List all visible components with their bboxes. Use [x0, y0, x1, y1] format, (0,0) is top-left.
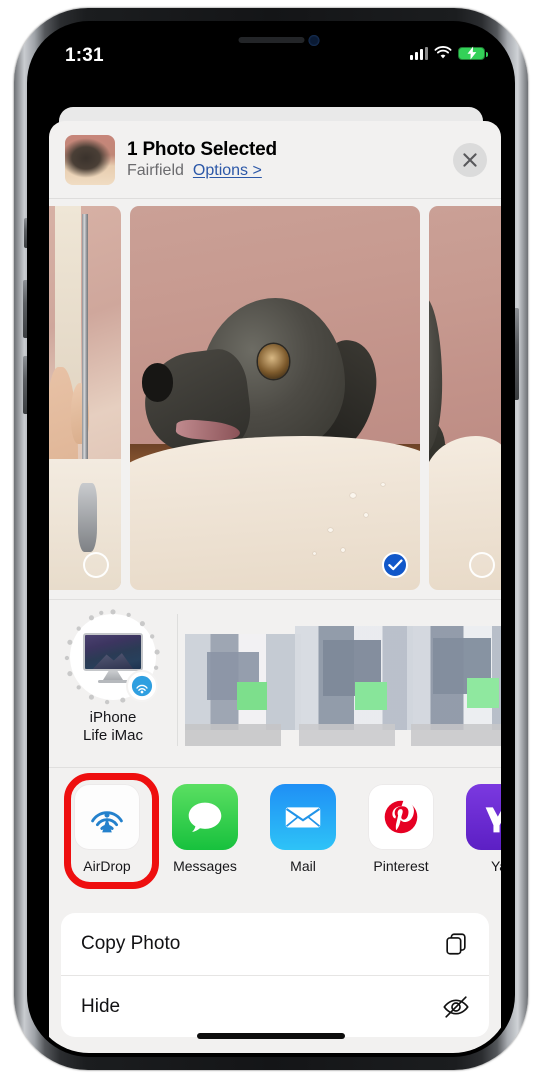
front-camera-icon — [308, 35, 320, 46]
app-label: Messages — [173, 858, 237, 874]
share-sheet: 1 Photo Selected Fairfield Options > iPh… — [49, 121, 501, 1053]
close-icon — [463, 152, 477, 167]
close-button[interactable] — [453, 142, 487, 177]
notch — [168, 25, 374, 56]
selected-photo-thumbnail[interactable] — [65, 134, 115, 185]
device-label: iPhone Life iMac — [49, 709, 177, 745]
phone-screen: 1:31 1 Photo Selected Fairfield Options … — [31, 25, 511, 1053]
airdrop-devices-row: iPhone Life iMac — [49, 599, 501, 767]
photo-next[interactable] — [429, 206, 501, 590]
yahoo-icon — [466, 784, 501, 850]
cellular-bars-icon — [410, 46, 428, 60]
share-app-pinterest[interactable]: Pinterest — [363, 784, 439, 874]
unselected-circle-icon[interactable] — [469, 552, 495, 578]
header-subtitle-row: Fairfield Options > — [127, 162, 453, 180]
airdrop-icon — [74, 784, 140, 850]
unselected-circle-icon[interactable] — [83, 552, 109, 578]
app-label: AirDrop — [83, 858, 131, 874]
earpiece-speaker — [238, 37, 304, 43]
device-label-line1: iPhone — [89, 709, 137, 726]
checkmark-icon — [387, 559, 403, 571]
album-name: Fairfield — [127, 162, 184, 180]
wifi-icon — [434, 46, 452, 59]
share-app-mail[interactable]: Mail — [265, 784, 341, 874]
action-hide[interactable]: Hide — [61, 975, 489, 1037]
action-label: Copy Photo — [81, 933, 181, 954]
action-copy-photo[interactable]: Copy Photo — [61, 913, 489, 975]
photo-image — [130, 206, 420, 590]
action-list: Copy Photo Hide — [61, 913, 489, 1037]
phone-device-frame: 1:31 1 Photo Selected Fairfield Options … — [14, 8, 528, 1070]
copy-icon — [441, 929, 471, 959]
pinterest-icon — [368, 784, 434, 850]
photo-image — [429, 206, 501, 590]
photo-carousel[interactable] — [49, 199, 501, 599]
checkmark-circle-icon[interactable] — [382, 552, 408, 578]
mail-icon — [270, 784, 336, 850]
app-label: Ya — [490, 858, 501, 874]
options-link[interactable]: Options > — [193, 162, 262, 180]
share-apps-row: AirDrop Messages Mail Pinterest Y — [49, 767, 501, 899]
charging-bolt-icon — [467, 46, 476, 60]
messages-icon — [172, 784, 238, 850]
status-indicators — [410, 46, 488, 60]
app-label: Mail — [290, 858, 316, 874]
phone-bezel: 1:31 1 Photo Selected Fairfield Options … — [27, 21, 515, 1057]
photo-current[interactable] — [130, 206, 420, 590]
airdrop-badge-icon — [126, 670, 158, 702]
status-time: 1:31 — [65, 45, 104, 66]
blurred-contact-suggestions[interactable] — [177, 612, 501, 762]
device-avatar — [64, 609, 160, 705]
photo-image — [49, 206, 121, 590]
device-label-line2: Life iMac — [82, 727, 144, 744]
share-app-yahoo[interactable]: Ya — [461, 784, 501, 874]
home-indicator[interactable] — [197, 1033, 345, 1039]
action-label: Hide — [81, 995, 121, 1017]
share-sheet-header-texts: 1 Photo Selected Fairfield Options > — [127, 139, 453, 180]
battery-charging-icon — [458, 46, 488, 60]
airdrop-device-iphone-life-imac[interactable]: iPhone Life iMac — [49, 609, 177, 745]
share-app-messages[interactable]: Messages — [167, 784, 243, 874]
app-label: Pinterest — [373, 858, 429, 874]
photo-previous[interactable] — [49, 206, 121, 590]
share-app-airdrop[interactable]: AirDrop — [69, 784, 145, 874]
eye-slash-icon — [441, 992, 471, 1022]
share-sheet-header: 1 Photo Selected Fairfield Options > — [49, 121, 501, 199]
page-title: 1 Photo Selected — [127, 138, 277, 160]
